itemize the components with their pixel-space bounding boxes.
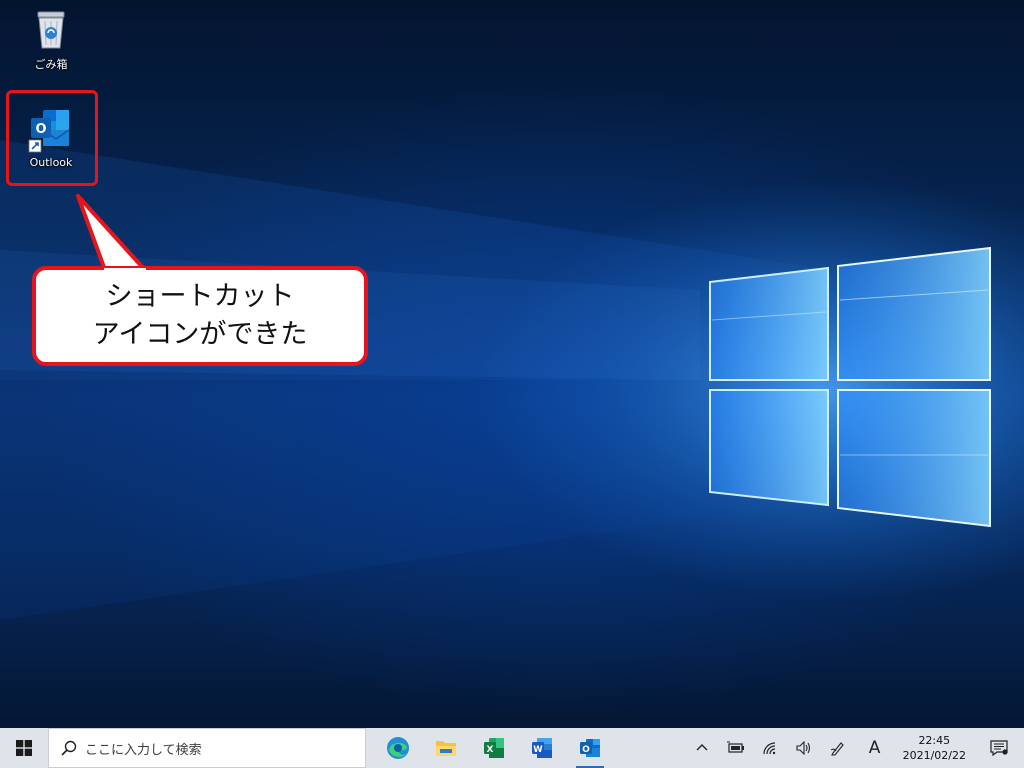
svg-text:X: X: [487, 745, 494, 755]
search-placeholder: ここに入力して検索: [85, 742, 202, 758]
search-box[interactable]: ここに入力して検索: [48, 728, 366, 768]
file-explorer-icon: [436, 741, 456, 756]
taskbar: ここに入力して検索 X W O A 22:45 2021/02/22: [0, 728, 1024, 768]
network-button[interactable]: [753, 728, 787, 768]
battery-button[interactable]: [719, 728, 753, 768]
excel-icon: X: [484, 738, 504, 758]
clock-date: 2021/02/22: [902, 749, 966, 762]
windows-logo-icon: [16, 740, 32, 756]
search-icon: [61, 740, 77, 756]
word-icon: W: [532, 738, 552, 758]
svg-text:O: O: [582, 745, 590, 755]
pen-workspace-button[interactable]: [821, 728, 855, 768]
clock-time: 22:45: [918, 734, 951, 747]
edge-icon: [387, 737, 409, 759]
clock[interactable]: 22:45 2021/02/22: [895, 728, 974, 768]
callout-seam: [104, 268, 146, 274]
svg-text:W: W: [533, 745, 543, 755]
callout-text-line1: ショートカット: [105, 281, 295, 312]
highlight-box: [6, 90, 98, 186]
chevron-up-icon: [696, 744, 708, 751]
speaker-icon: [796, 741, 810, 755]
ime-indicator[interactable]: A: [855, 728, 895, 768]
taskbar-app-file-explorer[interactable]: [422, 728, 470, 768]
recycle-bin-icon: [27, 6, 75, 54]
start-button[interactable]: [0, 728, 48, 768]
desktop-icon-label: ごみ箱: [34, 58, 68, 71]
desktop-icon-recycle-bin[interactable]: ごみ箱: [16, 6, 86, 72]
taskbar-app-excel[interactable]: X: [470, 728, 518, 768]
outlook-icon: O: [580, 739, 600, 757]
desktop[interactable]: ごみ箱 O Outlook ショートカット アイコンができた: [0, 0, 1024, 728]
taskbar-app-word[interactable]: W: [518, 728, 566, 768]
callout-bubble: ショートカット アイコンができた: [32, 266, 368, 366]
notification-icon: [990, 740, 1008, 756]
action-center-button[interactable]: [974, 728, 1024, 768]
volume-button[interactable]: [787, 728, 821, 768]
taskbar-app-edge[interactable]: [374, 728, 422, 768]
callout-text-line2: アイコンができた: [92, 319, 308, 350]
wifi-icon: [762, 742, 775, 755]
battery-icon: [726, 741, 744, 753]
show-hidden-icons-button[interactable]: [685, 728, 719, 768]
taskbar-app-outlook[interactable]: O: [566, 728, 614, 768]
system-tray: A 22:45 2021/02/22: [685, 728, 1024, 768]
pen-icon: [830, 742, 844, 756]
